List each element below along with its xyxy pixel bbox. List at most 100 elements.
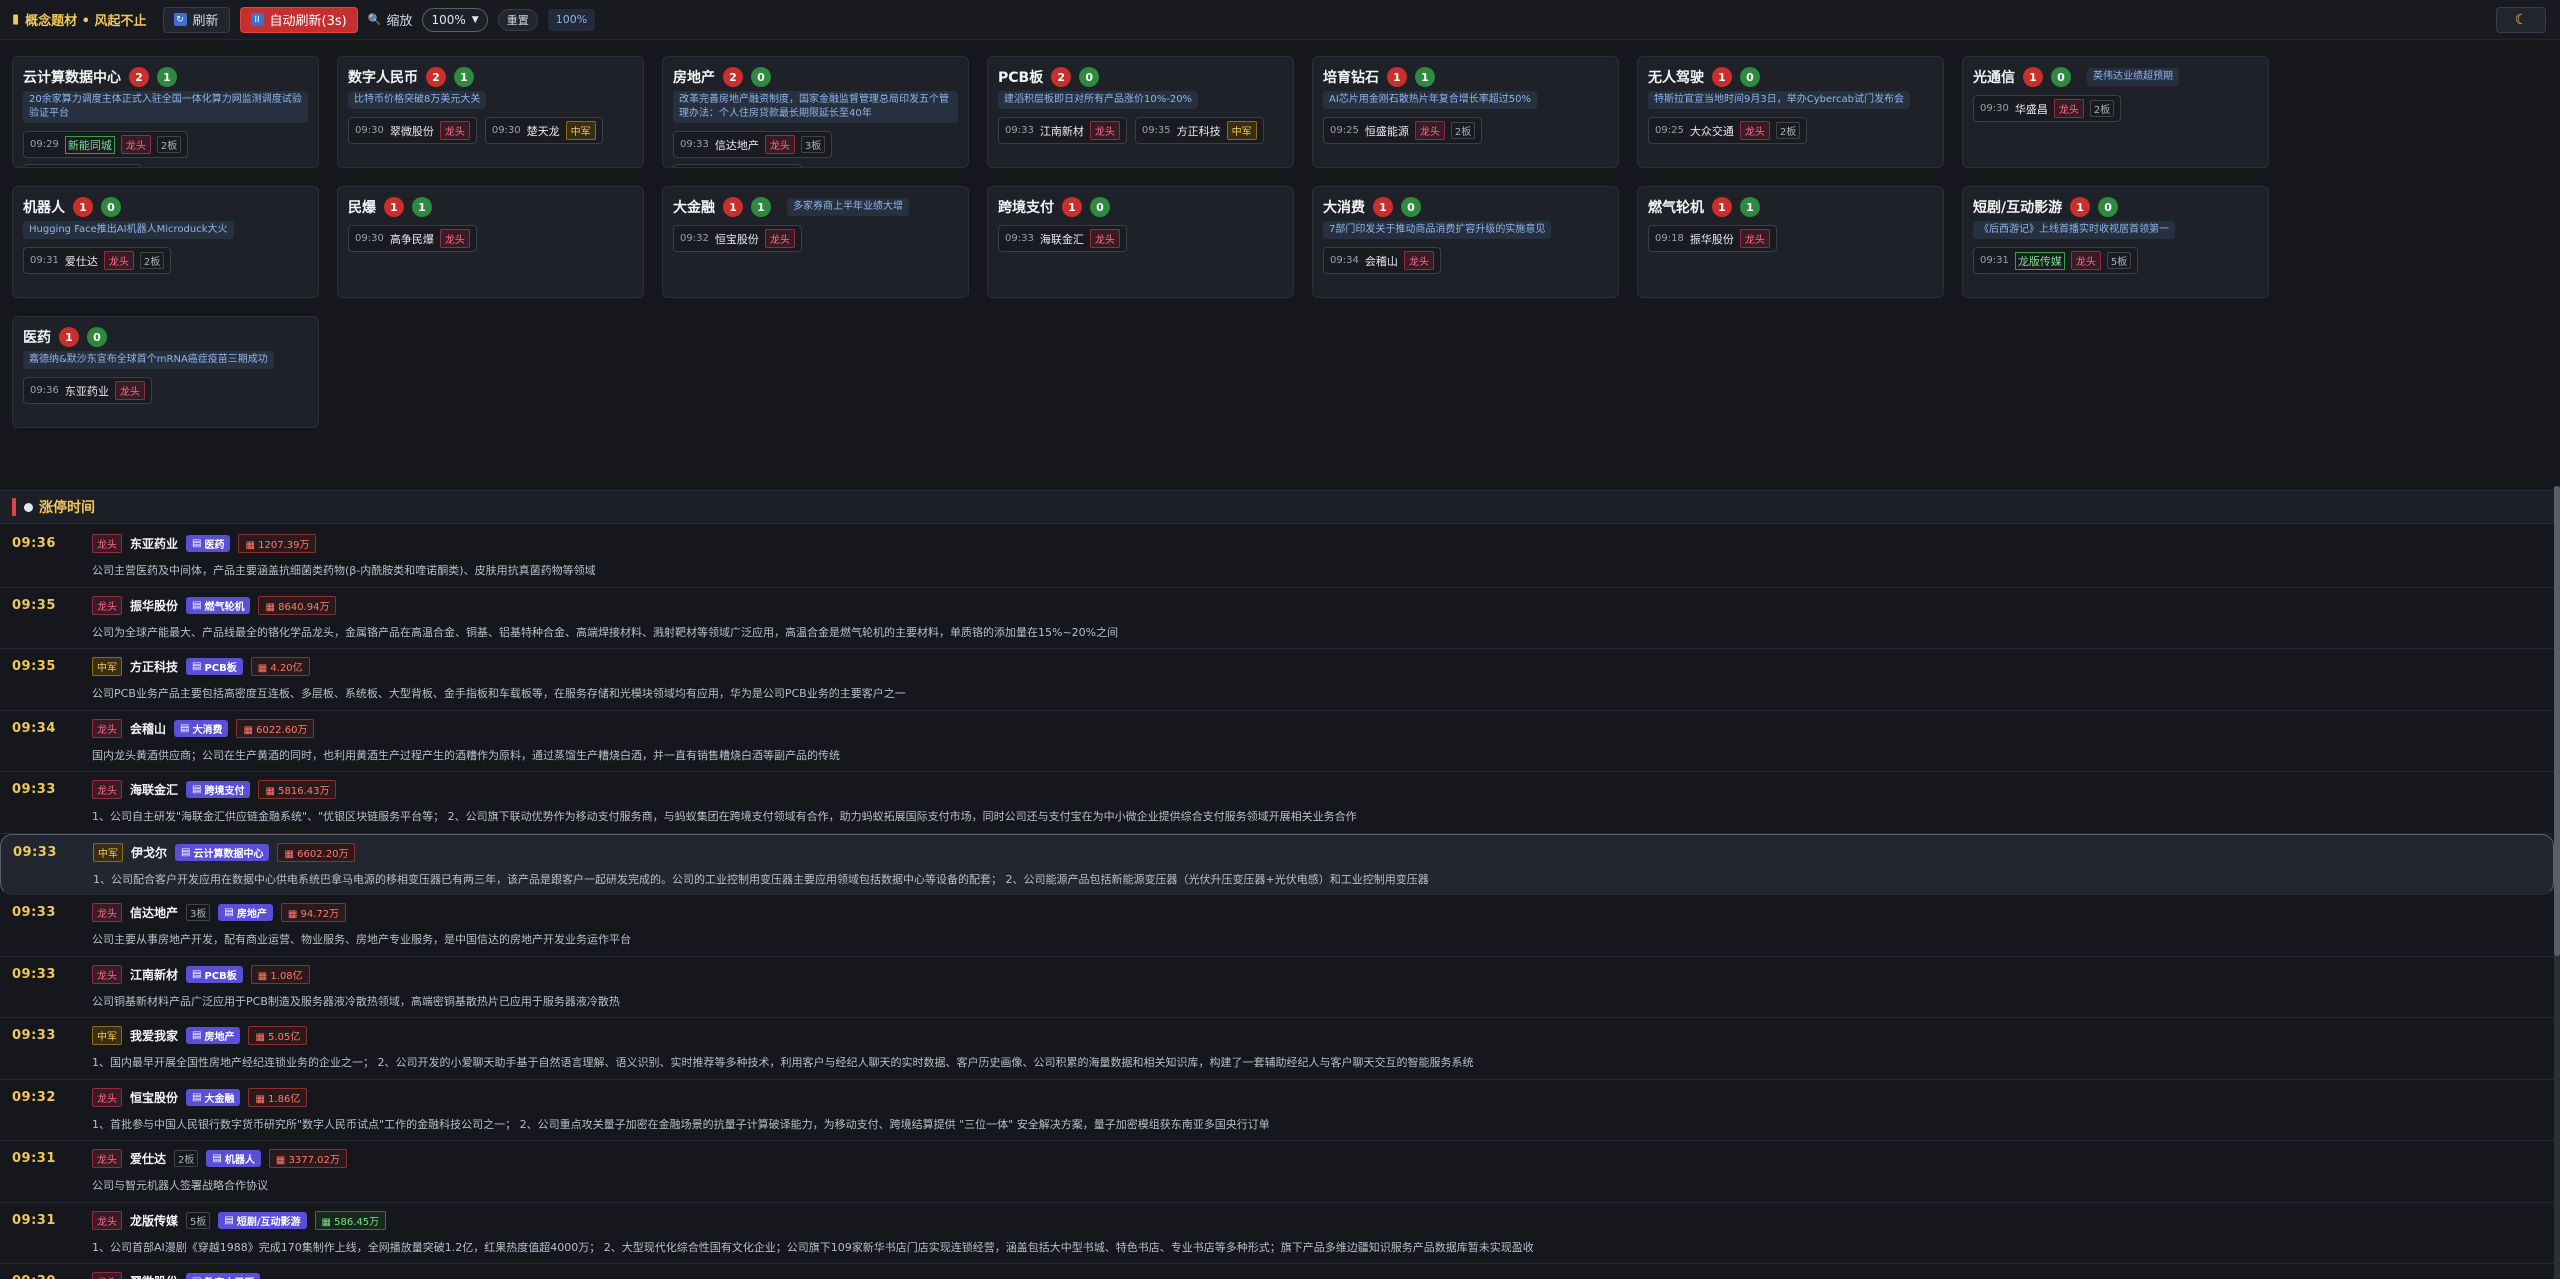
sector-tag[interactable]: ▤ 云计算数据中心 bbox=[175, 843, 270, 861]
stock-time: 09:30 bbox=[355, 233, 384, 244]
refresh-button[interactable]: ↻ 刷新 bbox=[162, 6, 230, 33]
board-count: 2板 bbox=[2089, 100, 2115, 117]
stock-chip[interactable]: 09:30 楚天龙 中军 bbox=[484, 117, 603, 144]
stock-name: 伊戈尔 bbox=[131, 845, 168, 860]
table-row[interactable]: 09:30 龙头 翠微股份 ▤数字人民币 bbox=[0, 1264, 2554, 1279]
sector-tag[interactable]: ▤ 医药 bbox=[186, 535, 231, 552]
sector-news: 20余家算力调度主体正式入驻全国一体化算力网监测调度试验验证平台 bbox=[23, 91, 308, 123]
sector-card[interactable]: 培育钻石 1 1 AI芯片用金刚石散热片年复合增长率超过50% 09:25 恒盛能源 龙头 2… bbox=[1312, 56, 1619, 168]
clock-icon bbox=[24, 502, 33, 512]
sector-card[interactable]: 房地产 2 0 改革完善房地产融资制度，国家金融监督管理总局印发五个管理办法：个人住房… bbox=[662, 56, 969, 168]
table-row[interactable]: 09:32 龙头 恒宝股份 ▤ 大金融 ▦ 1.86亿 1、首批参与中国人民银行数字货币研究… bbox=[0, 1080, 2554, 1141]
sector-tag[interactable]: ▤ 房地产 bbox=[186, 1027, 241, 1044]
sector-card[interactable]: 大消费 1 0 7部门印发关于推动商品消费扩容升级的实施意见 09:34 会稽山 龙头 bbox=[1312, 186, 1619, 298]
sector-tag[interactable]: ▤ 大金融 bbox=[186, 1088, 241, 1106]
table-row[interactable]: 09:35 中军 方正科技 ▤ PCB板 ▦ 4.20亿 公司PCB业务产品主要包括高密度互… bbox=[0, 649, 2554, 711]
table-row[interactable]: 09:33 龙头 江南新材 ▤ PCB板 ▦ 1.08亿 公司铜基新材料产品广泛应用于PCB… bbox=[0, 957, 2554, 1018]
sector-news: 7部门印发关于推动商品消费扩容升级的实施意见 bbox=[1323, 221, 1552, 239]
table-row[interactable]: 09:35 龙头 振华股份 ▤ 燃气轮机 ▦ 8640.94万 公司为全球产能最大、产品线最… bbox=[0, 588, 2554, 649]
zoom-select[interactable]: 100% ▼ bbox=[422, 7, 488, 32]
table-row[interactable]: 09:33 中军 伊戈尔 ▤ 云计算数据中心 ▦ 6602.20万 1、公司配合客户开发应用… bbox=[0, 833, 2554, 895]
table-row[interactable]: 09:31 龙头 龙版传媒 5板 ▤ 短剧/互动影游 ▦ 586.45万 1、公司首部AI漫剧… bbox=[0, 1203, 2554, 1264]
stock-chip[interactable]: 09:33我爱我家中军 bbox=[673, 164, 802, 167]
chart-icon: ▤ bbox=[192, 1091, 202, 1103]
sector-tag[interactable]: ▤数字人民币 bbox=[186, 1273, 261, 1279]
sector-card[interactable]: 云计算数据中心 2 1 20余家算力调度主体正式入驻全国一体化算力网监测调度试验验证平… bbox=[12, 56, 319, 168]
sector-card[interactable]: 燃气轮机 1 1 09:18 振华股份 龙头 bbox=[1637, 186, 1944, 298]
sector-tag[interactable]: ▤ 跨境支付 bbox=[186, 781, 251, 798]
stock-chip[interactable]: 09:30 翠微股份 龙头 bbox=[348, 117, 477, 144]
brand-title: 概念题材 • 风起不止 bbox=[25, 14, 147, 29]
sector-card[interactable]: 跨境支付 1 0 09:33 海联金汇 龙头 bbox=[987, 186, 1294, 298]
limit-up-count-badge: 1 bbox=[1712, 197, 1732, 217]
limit-up-time: 09:34 bbox=[12, 720, 56, 736]
trend-icon: ▦ bbox=[255, 1093, 269, 1105]
sector-tag[interactable]: ▤ 房地产 bbox=[218, 904, 273, 921]
stock-chip[interactable]: 09:33 信达地产 龙头 3板 bbox=[673, 131, 833, 158]
stock-chip[interactable]: 09:29 新能同城 龙头 2板 bbox=[23, 131, 189, 158]
sector-card[interactable]: 光通信 1 0 英伟达业绩超预期 09:30 华盛昌 龙头 2板 bbox=[1962, 56, 2269, 168]
sector-tag[interactable]: ▤ PCB板 bbox=[186, 965, 243, 983]
stock-chip[interactable]: 09:25 恒盛能源 龙头 2板 bbox=[1323, 117, 1483, 144]
stock-chip[interactable]: 09:31 龙版传媒 龙头 5板 bbox=[1973, 247, 2139, 274]
stock-chip[interactable]: 09:35 方正科技 中军 bbox=[1134, 117, 1264, 144]
section-title: 涨停时间 bbox=[24, 497, 95, 517]
sector-card[interactable]: 数字人民币 2 1 比特币价格突破8万美元大关 09:30 翠微股份 龙头 09:30 楚天龙中… bbox=[337, 56, 644, 168]
stock-chip[interactable]: 09:31 爱仕达 龙头 2板 bbox=[23, 247, 172, 274]
sector-card[interactable]: 无人驾驶 1 0 特斯拉官宣当地时间9月3日，举办Cybercab试门发布会 09:25… bbox=[1637, 56, 1944, 168]
stock-chip[interactable]: 09:30 高争民爆 龙头 bbox=[348, 225, 477, 252]
seal-amount-value: 5.05亿 bbox=[268, 1032, 301, 1043]
scrollbar-thumb[interactable] bbox=[2554, 486, 2560, 956]
sector-card[interactable]: 机器人 1 0 Hugging Face推出AI机器人Microduck大火 09:31… bbox=[12, 186, 319, 298]
stock-chip[interactable]: 09:33 海联金汇 龙头 bbox=[998, 225, 1127, 252]
reset-button[interactable]: 重置 bbox=[497, 8, 538, 31]
stock-chip[interactable]: 09:34 会稽山 龙头 bbox=[1323, 247, 1441, 274]
board-count: 2板 bbox=[1775, 122, 1801, 139]
stock-chips: 09:31 爱仕达 龙头 2板 bbox=[23, 247, 308, 274]
zoom-select-value: 100% bbox=[431, 12, 466, 27]
sector-name: 光通信 bbox=[1973, 70, 2015, 86]
limit-up-count-badge: 1 bbox=[1387, 67, 1407, 87]
sector-tag[interactable]: ▤ PCB板 bbox=[186, 658, 243, 675]
stock-chips: 09:36 东亚药业 龙头 bbox=[23, 377, 308, 404]
sector-card[interactable]: 短剧/互动影游 1 0 《后西游记》上线首播实时收视居首领第一 09:31 龙版传媒 龙头 5… bbox=[1962, 186, 2269, 298]
table-row[interactable]: 09:33 中军 我爱我家 ▤ 房地产 ▦ 5.05亿 1、国内最早开展全国性房地产经纪连锁… bbox=[0, 1018, 2554, 1080]
stock-chip[interactable]: 09:33伊戈尔中军 bbox=[23, 164, 141, 167]
sector-card[interactable]: 医药 1 0 嘉德纳&默沙东宣布全球首个mRNA癌症疫苗三期成功 09:36 东亚药业 龙头 bbox=[12, 316, 319, 428]
stock-time: 09:25 bbox=[1330, 125, 1359, 136]
table-row[interactable]: 09:33 龙头 信达地产 3板 ▤ 房地产 ▦ 94.72万 公司主要从事房地产开发，配有商… bbox=[0, 895, 2554, 957]
stock-chip[interactable]: 09:18 振华股份 龙头 bbox=[1648, 225, 1777, 252]
stock-chip[interactable]: 09:25 大众交通 龙头 2板 bbox=[1648, 117, 1808, 144]
moon-icon[interactable]: ☾ bbox=[2496, 7, 2546, 33]
row-info: 中军 伊戈尔 ▤ 云计算数据中心 ▦ 6602.20万 bbox=[93, 842, 356, 862]
stock-chip[interactable]: 09:33 江南新材 龙头 bbox=[998, 117, 1127, 144]
table-row[interactable]: 09:33 龙头 海联金汇 ▤ 跨境支付 ▦ 5816.43万 1、公司自主研发"海联金汇供… bbox=[0, 772, 2554, 834]
stock-name: 我爱我家 bbox=[130, 1029, 179, 1043]
stock-chip[interactable]: 09:36 东亚药业 龙头 bbox=[23, 377, 152, 404]
stock-chip[interactable]: 09:32 恒宝股份 龙头 bbox=[673, 225, 802, 252]
scrollbar[interactable] bbox=[2554, 486, 2560, 1279]
table-row[interactable]: 09:34 龙头 会稽山 ▤ 大消费 ▦ 6022.60万 国内龙头黄酒供应商；公司在生产黄… bbox=[0, 711, 2554, 772]
sector-tag[interactable]: ▤ 短剧/互动影游 bbox=[218, 1211, 307, 1229]
sector-tag[interactable]: ▤ 燃气轮机 bbox=[186, 596, 251, 614]
refresh-icon: ↻ bbox=[173, 13, 187, 26]
stock-role-tag: 龙头 bbox=[92, 780, 122, 799]
auto-refresh-button[interactable]: II 自动刷新(3s) bbox=[239, 6, 358, 33]
table-row[interactable]: 09:36 龙头 东亚药业 ▤ 医药 ▦ 1207.39万 公司主营医药及中间体，产品主要涵… bbox=[0, 526, 2554, 588]
sector-card[interactable]: PCB板 2 0 建滔积层板即日对所有产品涨价10%-20% 09:33 江南新材 龙头 09… bbox=[987, 56, 1294, 168]
sector-card[interactable]: 大金融 1 1 多家券商上半年业绩大增 09:32 恒宝股份 龙头 bbox=[662, 186, 969, 298]
stock-role-tag: 龙头 bbox=[92, 534, 122, 553]
stock-chip[interactable]: 09:30 华盛昌 龙头 2板 bbox=[1973, 95, 2122, 122]
sector-news: 比特币价格突破8万美元大关 bbox=[348, 91, 487, 109]
table-row[interactable]: 09:31 龙头 爱仕达 2板 ▤ 机器人 ▦ 3377.02万 公司与智元机器人签署战略合作… bbox=[0, 1141, 2554, 1203]
stock-role-tag: 龙头 bbox=[439, 229, 470, 248]
sector-name: 燃气轮机 bbox=[1648, 200, 1704, 216]
sector-tag[interactable]: ▤ 机器人 bbox=[206, 1150, 261, 1167]
row-info: 中军 方正科技 ▤ PCB板 ▦ 4.20亿 bbox=[92, 657, 310, 676]
sector-tag-label: 燃气轮机 bbox=[204, 601, 245, 613]
stock-role-tag: 龙头 bbox=[1089, 121, 1120, 140]
sector-card[interactable]: 民爆 1 1 09:30 高争民爆 龙头 bbox=[337, 186, 644, 298]
limit-up-time: 09:33 bbox=[12, 782, 56, 797]
sector-tag[interactable]: ▤ 大消费 bbox=[174, 719, 229, 737]
stock-chips: 09:30 翠微股份 龙头 09:30 楚天龙 中军 bbox=[348, 117, 633, 144]
